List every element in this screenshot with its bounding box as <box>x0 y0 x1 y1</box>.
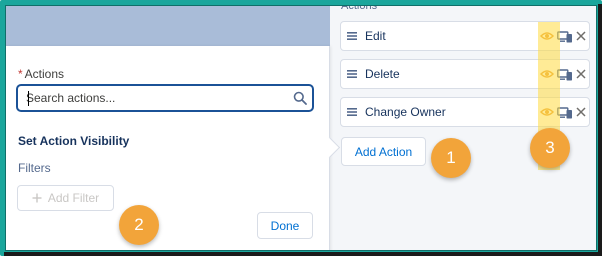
devices-icon[interactable] <box>557 106 573 119</box>
add-filter-button[interactable]: Add Filter <box>17 185 114 211</box>
action-item-label: Change Owner <box>365 105 446 119</box>
add-filter-label: Add Filter <box>47 191 100 205</box>
frame-shadow-bottom <box>4 252 602 256</box>
set-action-visibility-heading: Set Action Visibility <box>18 134 130 148</box>
devices-icon[interactable] <box>557 30 573 43</box>
actions-label-text: Actions <box>24 67 65 81</box>
action-item-label: Delete <box>365 67 400 81</box>
frame-shadow-right <box>598 4 602 256</box>
text-cursor <box>28 91 29 106</box>
eye-icon[interactable] <box>540 30 554 42</box>
close-icon[interactable] <box>575 106 587 118</box>
close-icon[interactable] <box>575 68 587 80</box>
action-item-edit[interactable]: Edit <box>340 21 590 51</box>
drag-handle-icon[interactable] <box>346 30 358 42</box>
actions-section-heading: Actions <box>341 0 378 12</box>
callout-badge-2: 2 <box>119 205 159 245</box>
action-item-label: Edit <box>365 29 386 43</box>
eye-icon[interactable] <box>540 106 554 118</box>
filters-label: Filters <box>18 161 51 175</box>
callout-badge-1: 1 <box>431 138 471 178</box>
eye-icon[interactable] <box>540 68 554 80</box>
add-action-button[interactable]: Add Action <box>341 137 426 166</box>
header-band <box>5 5 330 46</box>
search-icon[interactable] <box>293 91 307 105</box>
drag-handle-icon[interactable] <box>346 68 358 80</box>
action-item-delete[interactable]: Delete <box>340 59 590 89</box>
devices-icon[interactable] <box>557 68 573 81</box>
actions-field-label: * Actions <box>18 67 64 81</box>
plus-icon <box>32 193 42 203</box>
drag-handle-icon[interactable] <box>346 106 358 118</box>
done-button[interactable]: Done <box>257 212 313 239</box>
close-icon[interactable] <box>575 30 587 42</box>
required-marker: * <box>18 67 23 81</box>
callout-badge-3: 3 <box>530 128 570 168</box>
action-item-change-owner[interactable]: Change Owner <box>340 97 590 127</box>
search-actions-input[interactable] <box>26 90 286 106</box>
search-actions-field[interactable] <box>17 85 313 111</box>
